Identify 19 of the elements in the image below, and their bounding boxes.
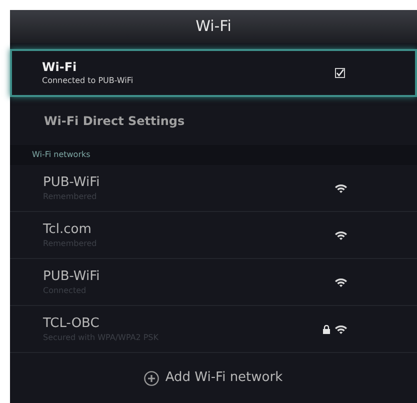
wifi-signal-icon [335, 278, 347, 286]
section-header: Wi-Fi networks [10, 145, 417, 165]
plus-circle-icon [144, 370, 160, 386]
wifi-signal-icon [335, 184, 347, 192]
network-name: Tcl.com [43, 221, 92, 238]
add-network-button[interactable]: Add Wi-Fi network [144, 368, 283, 388]
window-title: Wi-Fi [196, 16, 232, 38]
wifi-signal-icon [335, 324, 347, 334]
wifi-signal-icon [335, 230, 347, 240]
wifi-label: Wi-Fi [42, 60, 78, 74]
wifi-toggle-row[interactable]: Wi-Fi Connected to PUB-WiFi [10, 49, 417, 97]
network-name: PUB-WiFi [43, 268, 101, 285]
check-icon [336, 69, 344, 77]
network-name: PUB-WiFi [43, 174, 101, 191]
wifi-status: Connected to PUB-WiFi [42, 74, 134, 86]
wifi-direct-settings-item[interactable]: Wi-Fi Direct Settings [10, 97, 417, 145]
wifi-checkbox[interactable] [335, 68, 345, 78]
network-name: TCL-OBC [43, 315, 100, 332]
lock-icon [323, 324, 330, 334]
